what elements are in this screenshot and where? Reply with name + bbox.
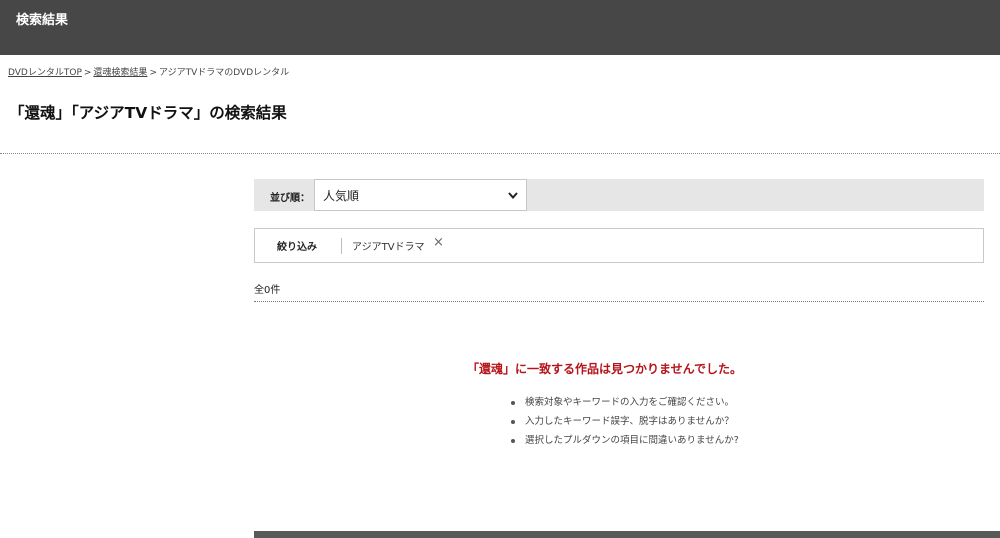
filter-label: 絞り込み — [277, 242, 317, 253]
breadcrumb-separator: > — [83, 68, 92, 78]
breadcrumb-link-top[interactable]: DVDレンタルTOP — [8, 68, 82, 78]
sort-selected-value: 人気順 — [323, 189, 360, 203]
chevron-down-icon — [508, 192, 518, 200]
breadcrumb-separator: > — [149, 68, 157, 78]
filter-box: 絞り込み アジアTVドラマ × — [254, 228, 984, 263]
sort-label: 並び順： — [270, 193, 310, 204]
result-count: 全0件 — [254, 285, 281, 296]
filter-divider — [341, 238, 342, 254]
hint-text: 検索対象やキーワードの入力をご確認ください。 — [525, 397, 735, 408]
hint-text: 入力したキーワード誤字、脱字はありませんか？ — [525, 416, 734, 427]
hint-item: 検索対象やキーワードの入力をご確認ください。 — [511, 396, 739, 415]
sort-select[interactable]: 人気順 — [314, 179, 527, 211]
hint-item: 選択したプルダウンの項目に間違いありませんか? — [511, 434, 739, 453]
page-title: 「還魂」「アジアTVドラマ」の検索結果 — [9, 104, 287, 122]
close-icon[interactable]: × — [433, 235, 444, 250]
hint-text: 選択したプルダウンの項目に間違いありませんか? — [525, 435, 739, 446]
header-title: 検索結果 — [16, 13, 69, 28]
bullet-icon — [511, 420, 515, 424]
breadcrumb-current: アジアTVドラマのDVDレンタル — [158, 68, 290, 78]
top-header-bar: 検索結果 — [0, 0, 1000, 55]
filter-tag-label: アジアTVドラマ — [352, 242, 425, 253]
hint-list: 検索対象やキーワードの入力をご確認ください。 入力したキーワード誤字、脱字はあり… — [511, 396, 739, 453]
bullet-icon — [511, 401, 515, 405]
hint-item: 入力したキーワード誤字、脱字はありませんか？ — [511, 415, 739, 434]
breadcrumb: DVDレンタルTOP > 還魂検索結果 > アジアTVドラマのDVDレンタル — [8, 65, 289, 78]
bullet-icon — [511, 439, 515, 443]
sort-bar: 並び順： 人気順 — [254, 179, 984, 211]
no-result-message: 「還魂」に一致する作品は見つかりませんでした。 — [467, 362, 743, 376]
result-divider — [254, 301, 984, 302]
title-divider — [0, 153, 1000, 154]
breadcrumb-link-search[interactable]: 還魂検索結果 — [93, 68, 147, 78]
footer-bar — [254, 531, 1000, 538]
